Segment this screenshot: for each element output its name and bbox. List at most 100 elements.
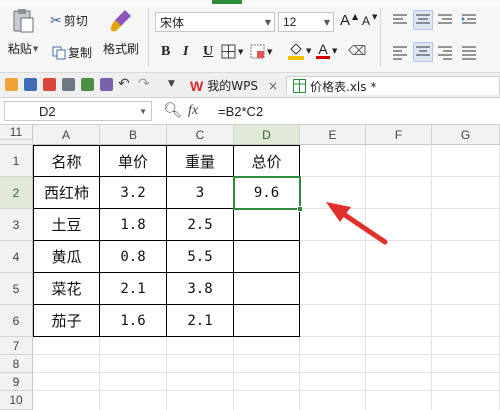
font-name-dropdown-icon: ▼ [264,18,271,27]
table-cell[interactable]: 1.8 [100,209,167,241]
copy-button[interactable]: 复制 [52,44,92,61]
column-header-g[interactable]: G [432,125,500,145]
export-pdf-icon[interactable] [43,78,56,91]
column-header-b[interactable]: B [100,125,167,145]
shrink-caret-icon: ▼ [372,13,378,21]
active-cell-selection[interactable] [233,176,301,210]
font-size-select[interactable]: 12 ▼ [278,12,334,32]
underline-button[interactable]: U [203,44,213,60]
table-cell[interactable]: 2.1 [167,305,234,337]
column-header-e[interactable]: E [300,125,366,145]
print-preview-icon[interactable] [81,78,94,91]
row-header-9[interactable]: 9 [0,373,33,391]
save-icon[interactable] [24,78,37,91]
fill-handle[interactable] [297,206,303,212]
align-right-button[interactable] [437,44,453,60]
cell-value: 2.1 [187,312,213,329]
column-header-a[interactable]: A [33,125,100,145]
table-cell[interactable] [234,209,300,241]
table-cell[interactable]: 黄瓜 [33,241,100,273]
grow-caret-icon: ▲ [352,12,359,21]
font-color-button[interactable]: A ▼ [316,42,337,59]
indent-button[interactable] [461,12,477,28]
tab-document-label: 价格表.xls * [310,79,377,94]
table-cell[interactable] [234,305,300,337]
paste-button[interactable]: 粘贴 ▼ [6,8,40,57]
column-header-c[interactable]: C [167,125,234,145]
fill-color-button[interactable]: ▼ [288,42,311,60]
table-header-cell[interactable]: 总价 [234,145,300,177]
row-header-5[interactable]: 5 [0,273,33,305]
bold-button[interactable]: B [161,44,170,60]
cell-value: 2.1 [120,280,146,297]
row-header-11[interactable]: 11 [0,125,33,140]
name-box[interactable]: D2 ▼ [4,101,152,121]
table-cell[interactable]: 西红柿 [33,177,100,209]
table-cell[interactable]: 2.1 [100,273,167,305]
name-box-dropdown-icon: ▼ [139,107,147,116]
undo-icon[interactable]: ↶ [118,76,130,92]
borders-button[interactable]: ▼ [221,44,243,59]
font-name-select[interactable]: 宋体 ▼ [155,12,275,32]
fill-color-dropdown-icon: ▼ [306,47,312,55]
align-left-button[interactable] [392,44,408,60]
ribbon-toolbar: 粘贴 ▼ ✂ 剪切 复制 格式刷 宋体 ▼ 12 ▼ A ▲ A ▼ B I U… [0,0,500,73]
row-header-10[interactable]: 10 [0,391,33,410]
brush-icon [110,10,131,32]
table-cell[interactable]: 3.2 [100,177,167,209]
spell-check-icon[interactable] [100,78,113,91]
cell-value: 5.5 [187,248,213,265]
row-header-2[interactable]: 2 [0,177,33,209]
row-header-7[interactable]: 7 [0,337,33,355]
table-cell[interactable]: 菜花 [33,273,100,305]
formula-input[interactable]: =B2*C2 [212,100,498,122]
row-header-8[interactable]: 8 [0,355,33,373]
table-header-cell[interactable]: 重量 [167,145,234,177]
align-top-left-button[interactable] [392,12,408,28]
borders-dropdown-icon: ▼ [238,47,244,56]
table-cell[interactable] [234,273,300,305]
format-painter-button[interactable]: 格式刷 [100,8,142,57]
clear-format-button[interactable]: ⌫ [348,44,366,59]
row-header-4[interactable]: 4 [0,241,33,273]
shrink-font-button[interactable]: A ▼ [362,13,378,28]
cut-button[interactable]: ✂ 剪切 [50,12,88,29]
table-cell[interactable]: 2.5 [167,209,234,241]
align-top-center-button[interactable] [413,10,433,30]
gridline [365,145,366,410]
table-cell[interactable]: 3.8 [167,273,234,305]
table-cell[interactable]: 1.6 [100,305,167,337]
cell-style-button[interactable]: ▼ [250,44,272,59]
column-header-f[interactable]: F [366,125,432,145]
gridline [33,354,500,355]
table-cell[interactable]: 0.8 [100,241,167,273]
table-header-cell[interactable]: 单价 [100,145,167,177]
align-center-button[interactable] [413,42,433,62]
row-header-6[interactable]: 6 [0,305,33,337]
italic-button[interactable]: I [183,44,188,60]
open-folder-icon[interactable] [5,78,18,91]
function-fx-button[interactable]: fx [188,103,198,119]
table-header-cell[interactable]: 名称 [33,145,100,177]
zoom-search-icon[interactable]: 🔍︎ [163,101,182,119]
tab-document[interactable]: 价格表.xls * [286,76,500,95]
scissors-icon: ✂ [50,12,62,29]
table-cell[interactable] [234,241,300,273]
justify-button[interactable] [461,44,477,60]
font-color-letter: A [318,41,328,57]
grow-font-button[interactable]: A ▲ [340,12,358,29]
column-header-d[interactable]: D [234,125,300,145]
align-top-right-button[interactable] [437,12,453,28]
table-cell[interactable]: 3 [167,177,234,209]
customize-dropdown-icon[interactable]: ▼ [168,79,175,89]
row-header-3[interactable]: 3 [0,209,33,241]
redo-icon[interactable]: ↷ [138,76,150,92]
font-color-dropdown-icon: ▼ [332,46,338,55]
table-cell[interactable]: 茄子 [33,305,100,337]
table-cell[interactable]: 土豆 [33,209,100,241]
print-icon[interactable] [62,78,75,91]
close-icon[interactable]: × [268,79,278,93]
tab-my-wps[interactable]: W 我的WPS × [184,76,284,95]
row-header-1[interactable]: 1 [0,145,33,177]
table-cell[interactable]: 5.5 [167,241,234,273]
